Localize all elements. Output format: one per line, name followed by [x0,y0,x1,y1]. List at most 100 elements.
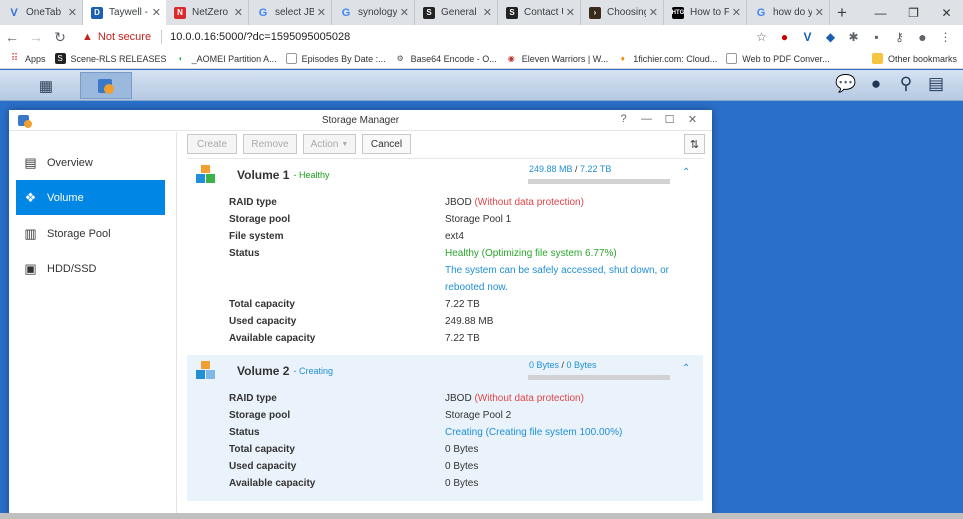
new-tab-button[interactable]: + [830,0,854,25]
detail-label: Storage pool [229,410,291,421]
url-text[interactable]: 10.0.0.16:5000/?dc=1595095005028 [170,31,350,43]
storage-manager-icon [18,115,32,128]
bookmark-scene-rls[interactable]: S Scene-RLS RELEASES [54,53,167,64]
tab-contact[interactable]: SContact U✕ [498,0,581,25]
volume-usage: 249.88 MB / 7.22 TB [529,164,612,174]
close-icon[interactable]: ✕ [649,6,658,19]
capacity-label: Available capacity [229,333,316,344]
profile-icon[interactable]: ● [911,29,934,45]
close-icon[interactable]: ✕ [152,6,161,19]
collapse-icon[interactable]: ⌃ [682,363,690,374]
v-extension-icon[interactable]: V [796,30,819,44]
action-dropdown[interactable]: Action ▼ [303,134,356,154]
bookmarks-bar: ⠿ Apps S Scene-RLS RELEASES ◐ _AOMEI Partit… [0,49,963,69]
storage-manager-icon [98,78,114,94]
other-bookmarks[interactable]: Other bookmarks [871,53,957,64]
window-title: Storage Manager [321,114,400,126]
volume-header[interactable]: Volume 2 - Creating [195,360,333,382]
user-icon[interactable]: ● [861,74,891,94]
star-icon[interactable]: ☆ [750,30,773,44]
key-icon[interactable]: ⚷ [888,30,911,44]
shield-icon[interactable]: ◆ [819,30,842,44]
os-taskbar-edge [0,513,963,519]
dsm-icon: D [91,6,103,19]
tab-google-jbod[interactable]: Gselect JBOD✕ [249,0,332,25]
dsm-taskbar-right: 💬 ● ⚲ ▤ [831,74,951,94]
close-icon[interactable]: ✕ [234,6,243,19]
dsm-taskbar: ▦ 💬 ● ⚲ ▤ [0,70,963,101]
puzzle-icon[interactable]: ✱ [842,30,865,44]
address-bar[interactable]: ▲ Not secure 10.0.0.16:5000/?dc=15950950… [82,26,750,48]
divider [161,30,163,44]
extension-new-icon[interactable]: ● [773,30,796,44]
google-icon: G [258,6,268,19]
maximize-icon[interactable]: ☐ [658,113,681,126]
main-menu-button[interactable]: ▦ [17,72,75,99]
status-value: Healthy (Optimizing file system 6.77%) [445,248,617,259]
close-icon[interactable]: ✕ [400,6,409,19]
bookmark-aomei[interactable]: ◐ _AOMEI Partition A... [176,53,277,64]
close-window-icon[interactable]: ✕ [930,0,963,25]
tab-onetab[interactable]: V OneTab ✕ [0,0,83,25]
grid-icon: ▦ [38,77,54,95]
close-icon[interactable]: ✕ [317,6,326,19]
sidebar-item-overview[interactable]: ▤ Overview [16,145,165,180]
collapse-icon[interactable]: ⌃ [682,167,690,178]
window-titlebar[interactable]: Storage Manager ? — ☐ ✕ [9,110,712,131]
s-icon: S [423,6,435,19]
bookmark-1fichier[interactable]: ♦ 1fichier.com: Cloud... [617,53,718,64]
onetab-icon: V [10,6,18,19]
detail-label: Storage pool [229,214,291,225]
bookmark-apps[interactable]: ⠿ Apps [9,53,46,64]
cancel-button[interactable]: Cancel [362,134,411,154]
google-icon: G [341,6,351,19]
search-icon[interactable]: ⚲ [891,74,921,94]
remove-button[interactable]: Remove [243,134,297,154]
close-icon[interactable]: ✕ [68,6,77,19]
pin-icon[interactable]: ▪ [865,30,888,44]
action-toolbar: Create Remove Action ▼ Cancel ⇅ [187,134,705,154]
not-secure-label[interactable]: Not secure [98,31,151,43]
sort-button[interactable]: ⇅ [684,134,705,154]
close-icon[interactable]: ✕ [815,6,824,19]
netzero-icon: N [174,6,186,19]
tab-general[interactable]: S General | ✕ [415,0,498,25]
sidebar-item-hdd-ssd[interactable]: ▣ HDD/SSD [16,251,165,286]
tab-google-synology[interactable]: Gsynology ✕ [332,0,415,25]
notifications-icon[interactable]: 💬 [831,74,861,94]
minimize-icon[interactable]: — [635,113,658,126]
restore-icon[interactable]: ❐ [897,0,930,25]
widgets-icon[interactable]: ▤ [921,74,951,94]
capacity-value: 7.22 TB [445,299,480,310]
sidebar-item-volume[interactable]: ❖ Volume [16,180,165,215]
minimize-icon[interactable]: — [864,0,897,25]
detail-label: Status [229,427,260,438]
storage-manager-taskbar-button[interactable] [80,72,132,99]
bookmark-eleven-warriors[interactable]: ◉ Eleven Warriors | W... [506,53,609,64]
bookmark-web-to-pdf[interactable]: Web to PDF Conver... [726,53,830,64]
sort-icon: ⇅ [689,138,700,151]
help-icon[interactable]: ? [612,113,635,126]
close-icon[interactable]: ✕ [732,6,741,19]
tab-taywell[interactable]: D Taywell - ✕ [83,0,166,25]
close-icon[interactable]: ✕ [566,6,575,19]
bookmark-base64[interactable]: ⚙ Base64 Encode - O... [395,53,497,64]
menu-icon[interactable]: ⋮ [934,30,957,44]
hdd-icon: ▣ [24,260,37,276]
sidebar-item-storage-pool[interactable]: ▥ Storage Pool [16,216,165,251]
volume-header[interactable]: Volume 1 - Healthy [195,164,329,186]
forward-icon[interactable]: → [24,29,48,45]
volume-creating-icon [196,361,215,379]
reload-icon[interactable]: ↻ [48,29,72,46]
close-icon[interactable]: ✕ [681,113,704,126]
doc-icon [726,53,738,64]
tab-choosing[interactable]: › Choosing ✕ [581,0,664,25]
tab-howdoyou[interactable]: Ghow do yo✕ [747,0,830,25]
tab-netzero[interactable]: N NetZero - ✕ [166,0,249,25]
bookmark-episodes[interactable]: Episodes By Date :... [285,53,386,64]
detail-label: RAID type [229,197,277,208]
close-icon[interactable]: ✕ [483,6,492,19]
back-icon[interactable]: ← [0,29,24,45]
create-button[interactable]: Create [187,134,237,154]
tab-howto[interactable]: HTG How to F ✕ [664,0,747,25]
